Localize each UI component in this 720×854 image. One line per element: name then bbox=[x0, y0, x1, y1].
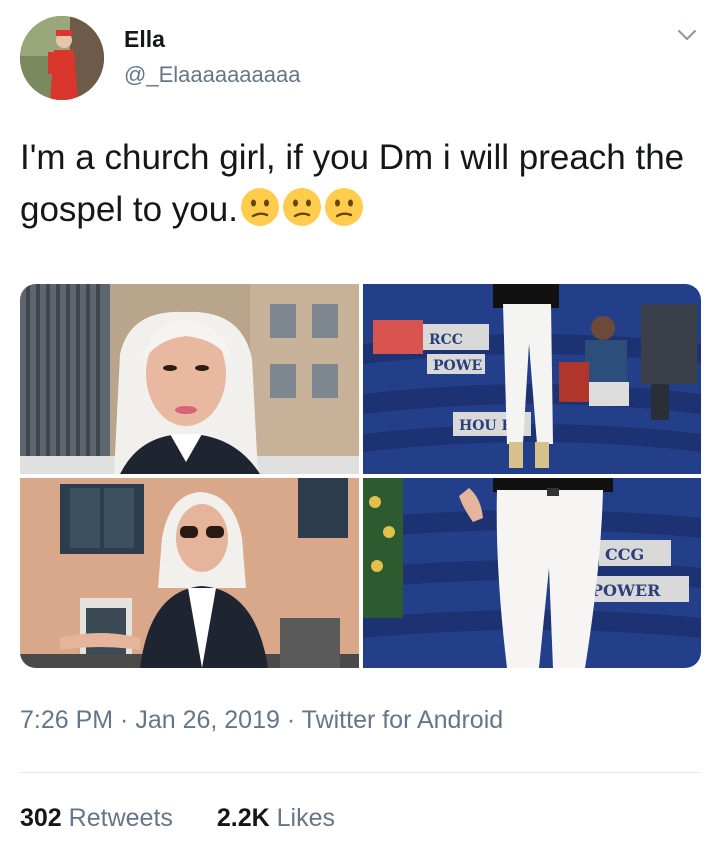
retweets-stat[interactable]: 302 Retweets bbox=[20, 804, 173, 832]
sign-text-ccg: CCG bbox=[605, 545, 644, 564]
photo-3[interactable] bbox=[20, 478, 359, 668]
photo-1[interactable] bbox=[20, 284, 359, 474]
likes-count: 2.2K bbox=[216, 804, 270, 832]
photo-4[interactable]: CCG POWER bbox=[363, 478, 701, 668]
likes-label: Likes bbox=[276, 804, 336, 832]
meta-separator: · bbox=[279, 706, 302, 734]
retweets-label: Retweets bbox=[68, 804, 173, 832]
divider bbox=[20, 772, 700, 773]
tweet-source[interactable]: Twitter for Android bbox=[302, 706, 503, 734]
sign-text-power-2: POWER bbox=[591, 581, 661, 600]
sign-text-house: HOU E bbox=[459, 418, 512, 434]
tweet-text: I'm a church girl, if you Dm i will prea… bbox=[20, 132, 700, 236]
confused-face-icon bbox=[240, 187, 280, 227]
display-name[interactable]: Ella bbox=[124, 26, 165, 53]
confused-face-icon bbox=[324, 187, 364, 227]
sign-text-rcc: RCC bbox=[429, 332, 463, 348]
retweets-count: 302 bbox=[20, 804, 62, 832]
tweet-meta: 7:26 PM · Jan 26, 2019 · Twitter for And… bbox=[20, 706, 503, 735]
chevron-down-icon[interactable] bbox=[676, 24, 698, 46]
tweet-header: Ella @_Elaaaaaaaaaa bbox=[20, 16, 700, 100]
avatar[interactable] bbox=[20, 16, 104, 100]
media-grid: RCC POWE HOU E CCG POWER bbox=[20, 284, 701, 668]
confused-face-icon bbox=[282, 187, 322, 227]
meta-separator: · bbox=[113, 706, 136, 734]
tweet-stats: 302 Retweets 2.2K Likes bbox=[20, 804, 335, 833]
likes-stat[interactable]: 2.2K Likes bbox=[217, 804, 335, 832]
photo-2[interactable]: RCC POWE HOU E bbox=[363, 284, 701, 474]
sign-text-power: POWE bbox=[433, 358, 482, 374]
user-handle[interactable]: @_Elaaaaaaaaaa bbox=[124, 62, 300, 88]
tweet-time[interactable]: 7:26 PM bbox=[20, 706, 113, 734]
tweet-date[interactable]: Jan 26, 2019 bbox=[135, 706, 280, 734]
